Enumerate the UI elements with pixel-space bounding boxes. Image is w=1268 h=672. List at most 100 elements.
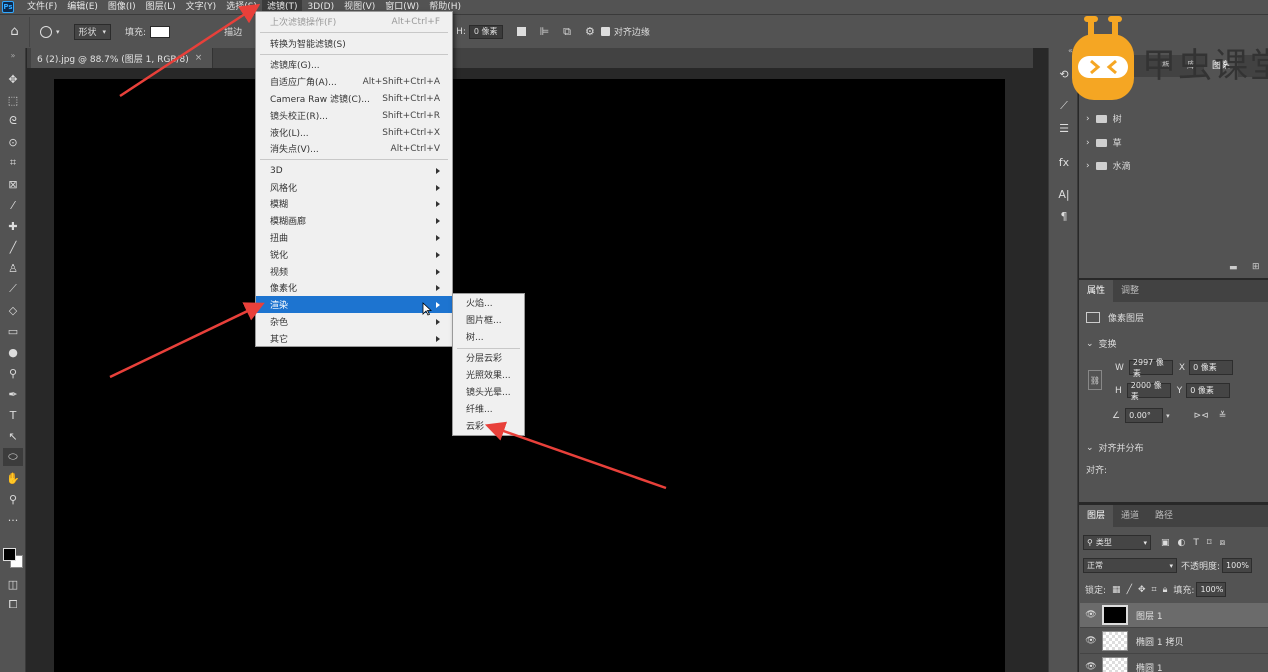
menu-item-camera-raw[interactable]: Camera Raw 滤镜(C)... Shift+Ctrl+A (256, 90, 452, 107)
lock-position-icon[interactable]: ✥ (1138, 585, 1146, 595)
menu-edit[interactable]: 编辑(E) (62, 0, 103, 14)
tab-channels[interactable]: 通道 (1113, 505, 1147, 527)
gear-icon[interactable]: ⚙ (585, 25, 595, 38)
adjustments-icon[interactable]: ☰ (1055, 120, 1073, 136)
frame-tool-icon[interactable]: ⊠ (3, 175, 23, 193)
tab-paths[interactable]: 路径 (1147, 505, 1181, 527)
add-pattern-icon[interactable]: ⊞ (1252, 262, 1260, 272)
more-tools-icon[interactable]: ··· (3, 511, 23, 529)
lasso-tool-icon[interactable]: ᘓ (3, 112, 23, 130)
menu-item-distort[interactable]: 扭曲 (256, 229, 452, 246)
close-icon[interactable]: × (195, 53, 203, 63)
dodge-tool-icon[interactable]: ⚲ (3, 364, 23, 382)
submenu-item-clouds[interactable]: 云彩 (453, 417, 524, 434)
fill-input[interactable]: 100% (1196, 582, 1227, 597)
type-tool-icon[interactable]: T (3, 406, 23, 424)
paragraph-panel-icon[interactable]: ¶ (1055, 208, 1073, 224)
styles-fx-icon[interactable]: fx (1055, 154, 1073, 170)
menu-item-pixelate[interactable]: 像素化 (256, 279, 452, 296)
layer-row[interactable]: 👁︎ 椭圆 1 拷贝 (1080, 629, 1268, 654)
history-brush-tool-icon[interactable]: ⟋ (3, 280, 23, 298)
crop-tool-icon[interactable]: ⌗ (3, 154, 23, 172)
layer-row[interactable]: 👁︎ 椭圆 1 (1080, 655, 1268, 672)
filter-type-icon[interactable]: T (1193, 538, 1199, 548)
menu-image[interactable]: 图像(I) (103, 0, 141, 14)
menu-item-blur-gallery[interactable]: 模糊画廊 (256, 212, 452, 229)
quick-mask-icon[interactable]: ◫ (3, 575, 23, 593)
menu-item-stylize[interactable]: 风格化 (256, 179, 452, 196)
opacity-input[interactable]: 100% (1222, 558, 1253, 573)
blur-tool-icon[interactable]: ● (3, 343, 23, 361)
eye-icon[interactable]: 👁︎ (1080, 662, 1102, 672)
chevron-down-icon[interactable]: ▾ (1166, 412, 1170, 420)
filter-shape-icon[interactable]: ⌑ (1207, 538, 1212, 548)
y-input[interactable]: 0 像素 (1186, 383, 1231, 398)
submenu-item-lens-flare[interactable]: 镜头光晕... (453, 383, 524, 400)
menu-item-blur[interactable]: 模糊 (256, 195, 452, 212)
submenu-item-picture-frame[interactable]: 图片框... (453, 311, 524, 328)
lock-transparent-icon[interactable]: ▦ (1112, 585, 1121, 595)
screen-mode-icon[interactable]: ⧠ (3, 596, 23, 614)
menu-item-filter-gallery[interactable]: 滤镜库(G)... (256, 56, 452, 73)
align-section-header[interactable]: ⌄ 对齐并分布 (1086, 441, 1144, 455)
pattern-folder-item[interactable]: › 草 (1086, 136, 1122, 150)
eye-icon[interactable]: 👁︎ (1080, 636, 1102, 646)
menu-file[interactable]: 文件(F) (22, 0, 62, 14)
width-input[interactable]: 2997 像素 (1128, 358, 1173, 378)
menu-item-liquify[interactable]: 液化(L)... Shift+Ctrl+X (256, 124, 452, 141)
path-operations-icon[interactable] (516, 27, 526, 36)
filter-adjustment-icon[interactable]: ◐ (1178, 538, 1186, 548)
menu-item-sharpen[interactable]: 锐化 (256, 246, 452, 263)
pen-tool-icon[interactable]: ✒ (3, 385, 23, 403)
height-input[interactable]: 0 像素 (468, 24, 503, 39)
eye-icon[interactable]: 👁︎ (1080, 610, 1102, 620)
path-alignment-icon[interactable]: ⊫ (540, 25, 550, 38)
hand-tool-icon[interactable]: ✋ (3, 469, 23, 487)
submenu-item-lighting-effects[interactable]: 光照效果... (453, 366, 524, 383)
layer-filter-select[interactable]: ⚲ 类型 ▾ (1083, 535, 1151, 550)
shape-mode-select[interactable]: 形状 ▾ (73, 23, 112, 40)
tab-layers[interactable]: 图层 (1079, 505, 1114, 527)
menu-item-3d[interactable]: 3D (256, 162, 452, 179)
collapse-toolbar-icon[interactable]: » (3, 46, 23, 64)
filter-pixel-icon[interactable]: ▣ (1161, 538, 1170, 548)
x-input[interactable]: 0 像素 (1189, 360, 1234, 375)
document-tab[interactable]: 6 (2).jpg @ 88.7% (图层 1, RGB/8) × (31, 48, 214, 68)
transform-section-header[interactable]: ⌄ 变换 (1086, 337, 1117, 351)
marquee-tool-icon[interactable]: ⬚ (3, 91, 23, 109)
foreground-color-swatch[interactable] (3, 548, 16, 561)
height-input[interactable]: 2000 像素 (1126, 381, 1171, 401)
document-canvas[interactable] (54, 79, 1005, 672)
fill-swatch[interactable] (150, 25, 171, 38)
submenu-item-difference-clouds[interactable]: 分层云彩 (453, 349, 524, 366)
submenu-item-flame[interactable]: 火焰... (453, 294, 524, 311)
align-edges-checkbox[interactable] (600, 27, 610, 36)
healing-brush-tool-icon[interactable]: ✚ (3, 217, 23, 235)
tab-properties[interactable]: 属性 (1079, 280, 1114, 302)
move-tool-icon[interactable]: ✥ (3, 70, 23, 88)
menu-item-vanishing-point[interactable]: 消失点(V)... Alt+Ctrl+V (256, 140, 452, 157)
filter-smart-object-icon[interactable]: ⧈ (1220, 538, 1226, 548)
path-select-tool-icon[interactable]: ↖ (3, 427, 23, 445)
stamp-tool-icon[interactable]: ♙ (3, 259, 23, 277)
character-panel-icon[interactable]: A| (1055, 186, 1073, 202)
ellipse-tool-icon[interactable]: ⬭ (3, 448, 23, 466)
menu-item-last-filter[interactable]: 上次滤镜操作(F) Alt+Ctrl+F (256, 13, 452, 30)
path-arrangement-icon[interactable]: ⧉ (563, 25, 571, 39)
pattern-folder-item[interactable]: › 树 (1086, 112, 1122, 126)
flip-vertical-icon[interactable]: ≚ (1219, 411, 1227, 421)
eraser-tool-icon[interactable]: ◇ (3, 301, 23, 319)
quick-select-tool-icon[interactable]: ⊙ (3, 133, 23, 151)
ellipse-tool-preset[interactable]: ▾ (40, 25, 60, 38)
flip-horizontal-icon[interactable]: ⊳⊲ (1194, 411, 1209, 421)
home-icon[interactable]: ⌂ (0, 16, 30, 47)
pattern-folder-item[interactable]: › 水滴 (1086, 159, 1131, 173)
menu-item-video[interactable]: 视频 (256, 263, 452, 280)
link-proportions-icon[interactable]: ⛓ (1088, 370, 1102, 390)
eyedropper-tool-icon[interactable]: ⁄ (3, 196, 23, 214)
lock-artboard-icon[interactable]: ⌗ (1152, 585, 1157, 595)
menu-type[interactable]: 文字(Y) (181, 0, 222, 14)
lock-all-icon[interactable]: 🔒︎ (1163, 585, 1168, 595)
gradient-tool-icon[interactable]: ▭ (3, 322, 23, 340)
zoom-tool-icon[interactable]: ⚲ (3, 490, 23, 508)
